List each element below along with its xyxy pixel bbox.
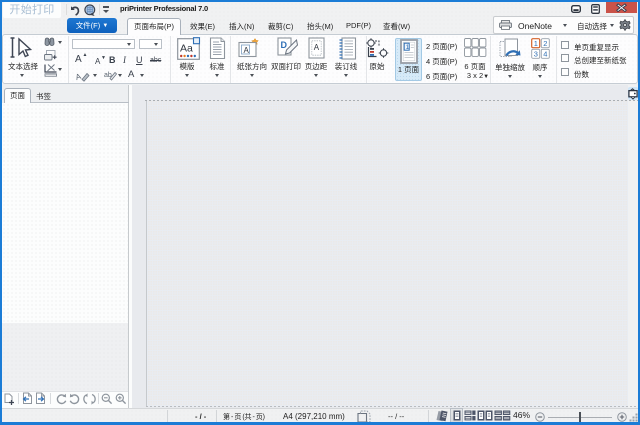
svg-text:2: 2 (543, 39, 547, 48)
svg-text:A: A (314, 43, 320, 52)
svg-text:1: 1 (534, 39, 538, 48)
svg-text:1: 1 (406, 44, 410, 51)
svg-text:4: 4 (543, 49, 547, 58)
svg-text:A: A (76, 72, 83, 82)
svg-text:A: A (244, 46, 250, 55)
svg-text:3: 3 (534, 49, 538, 58)
svg-text:D: D (281, 40, 288, 50)
svg-text:Aa: Aa (180, 43, 193, 55)
